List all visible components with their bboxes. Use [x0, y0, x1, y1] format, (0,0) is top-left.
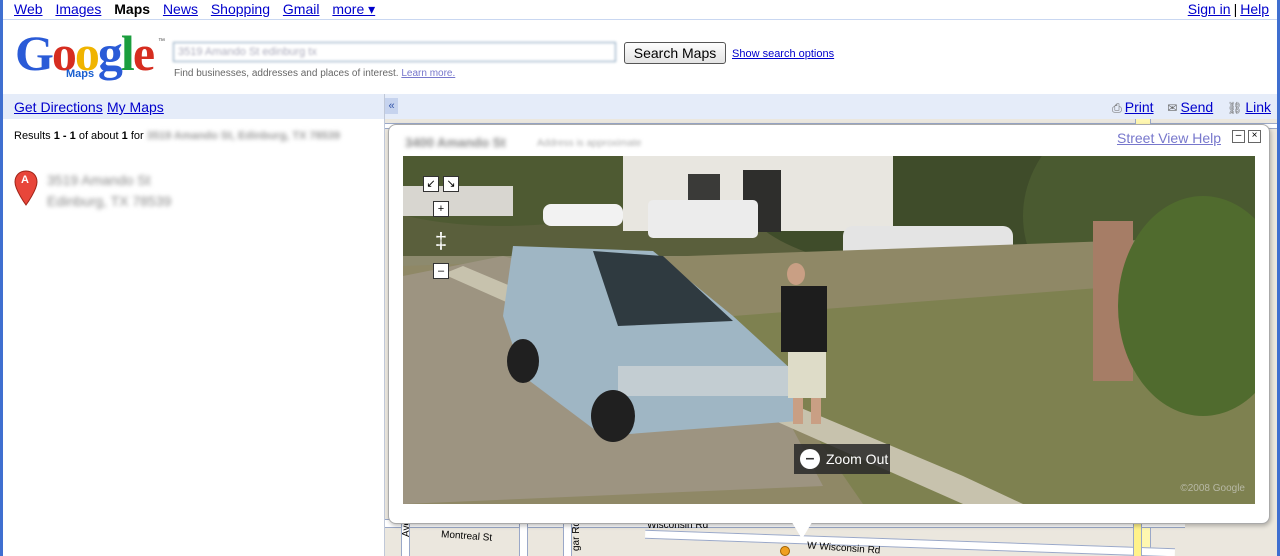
help-link[interactable]: Help — [1240, 1, 1269, 17]
get-directions-link[interactable]: Get Directions — [14, 99, 103, 115]
nav-gmail[interactable]: Gmail — [283, 1, 320, 17]
search-hint: Find businesses, addresses and places of… — [174, 68, 455, 79]
nav-maps-current: Maps — [114, 1, 151, 17]
street-label-montreal: Montreal St — [440, 529, 493, 544]
results-count: 1 — [121, 130, 128, 142]
minimize-icon[interactable]: – — [1232, 130, 1245, 143]
street-view-panorama[interactable]: ↙ ↘ + ‡ – – Zoom Out ©2008 Google — [403, 156, 1255, 504]
results-for: for — [130, 130, 144, 142]
results-summary: Results 1 - 1 of about 1 for 3519 Amando… — [14, 128, 374, 144]
marker-letter: A — [21, 174, 29, 186]
zoom-in-button[interactable]: + — [433, 201, 449, 217]
google-maps-logo[interactable]: Google ™ Maps — [15, 28, 165, 86]
street-view-help-link[interactable]: Street View Help — [1117, 130, 1221, 146]
send-action[interactable]: ✉ Send — [1167, 99, 1213, 115]
road — [645, 529, 1175, 556]
top-navigation-bar: Web Images Maps News Shopping Gmail more… — [3, 0, 1277, 20]
search-maps-button[interactable]: Search Maps — [624, 42, 726, 64]
result-address-line1: 3519 Amando St — [47, 172, 151, 188]
link-link[interactable]: Link — [1245, 99, 1271, 115]
search-hint-text: Find businesses, addresses and places of… — [174, 68, 399, 79]
map-actions: ⎙ Print ✉ Send ⛓ Link — [1102, 99, 1271, 116]
chain-link-icon: ⛓ — [1227, 101, 1243, 115]
map-toolbar: « ⎙ Print ✉ Send ⛓ Link — [385, 94, 1277, 119]
send-link[interactable]: Send — [1180, 99, 1213, 115]
nav-images[interactable]: Images — [55, 1, 101, 17]
nav-web[interactable]: Web — [14, 1, 43, 17]
window-frame-left — [0, 0, 3, 556]
envelope-icon: ✉ — [1167, 101, 1178, 115]
my-maps-link[interactable]: My Maps — [107, 99, 164, 115]
zoom-out-label: Zoom Out — [826, 451, 889, 467]
sign-in-link[interactable]: Sign in — [1188, 1, 1231, 17]
zoom-slider[interactable]: ‡ — [433, 226, 449, 256]
panorama-copyright: ©2008 Google — [1180, 483, 1245, 494]
location-dot-icon[interactable] — [780, 546, 790, 556]
nav-shopping[interactable]: Shopping — [211, 1, 270, 17]
results-query: 3519 Amando St, Edinburg, TX 78539 — [146, 130, 341, 142]
results-of: of about — [78, 130, 119, 142]
link-separator: | — [1233, 1, 1238, 17]
street-view-approx: Address is approximate — [537, 138, 642, 149]
print-link[interactable]: Print — [1125, 99, 1154, 115]
close-icon[interactable]: × — [1248, 130, 1261, 143]
result-address-line2: Edinburg, TX 78539 — [47, 193, 172, 209]
collapse-panel-button[interactable]: « — [385, 98, 398, 114]
results-range: 1 - 1 — [53, 130, 76, 142]
logo-maps-label: Maps — [66, 68, 95, 80]
printer-icon: ⎙ — [1112, 101, 1122, 115]
product-nav: Web Images Maps News Shopping Gmail more… — [14, 1, 384, 18]
marker-a-icon[interactable]: A — [14, 170, 38, 206]
pan-right-button[interactable]: ↘ — [443, 176, 459, 192]
link-action[interactable]: ⛓ Link — [1227, 99, 1271, 115]
street-view-title: 3400 Amando St — [405, 135, 506, 150]
zoom-out-circle-icon: – — [800, 449, 820, 469]
pan-left-button[interactable]: ↙ — [423, 176, 439, 192]
bubble-tail — [790, 519, 814, 539]
results-prefix: Results — [14, 130, 51, 142]
nav-news[interactable]: News — [163, 1, 198, 17]
show-search-options-link[interactable]: Show search options — [732, 48, 834, 60]
search-input[interactable] — [173, 42, 616, 62]
left-panel-toolbar: Get Directions My Maps — [3, 94, 384, 119]
logo-trademark: ™ — [158, 38, 165, 45]
road — [519, 519, 528, 556]
print-action[interactable]: ⎙ Print — [1112, 99, 1153, 115]
zoom-out-overlay-button[interactable]: – Zoom Out — [794, 444, 890, 474]
learn-more-link[interactable]: Learn more. — [401, 68, 455, 79]
nav-more-dropdown[interactable]: more ▾ — [332, 1, 375, 17]
account-links: Sign in | Help — [1188, 1, 1269, 17]
result-address[interactable]: 3519 Amando St Edinburg, TX 78539 — [47, 170, 171, 212]
street-label-gar: gar Rd — [571, 520, 582, 551]
zoom-out-button[interactable]: – — [433, 263, 449, 279]
